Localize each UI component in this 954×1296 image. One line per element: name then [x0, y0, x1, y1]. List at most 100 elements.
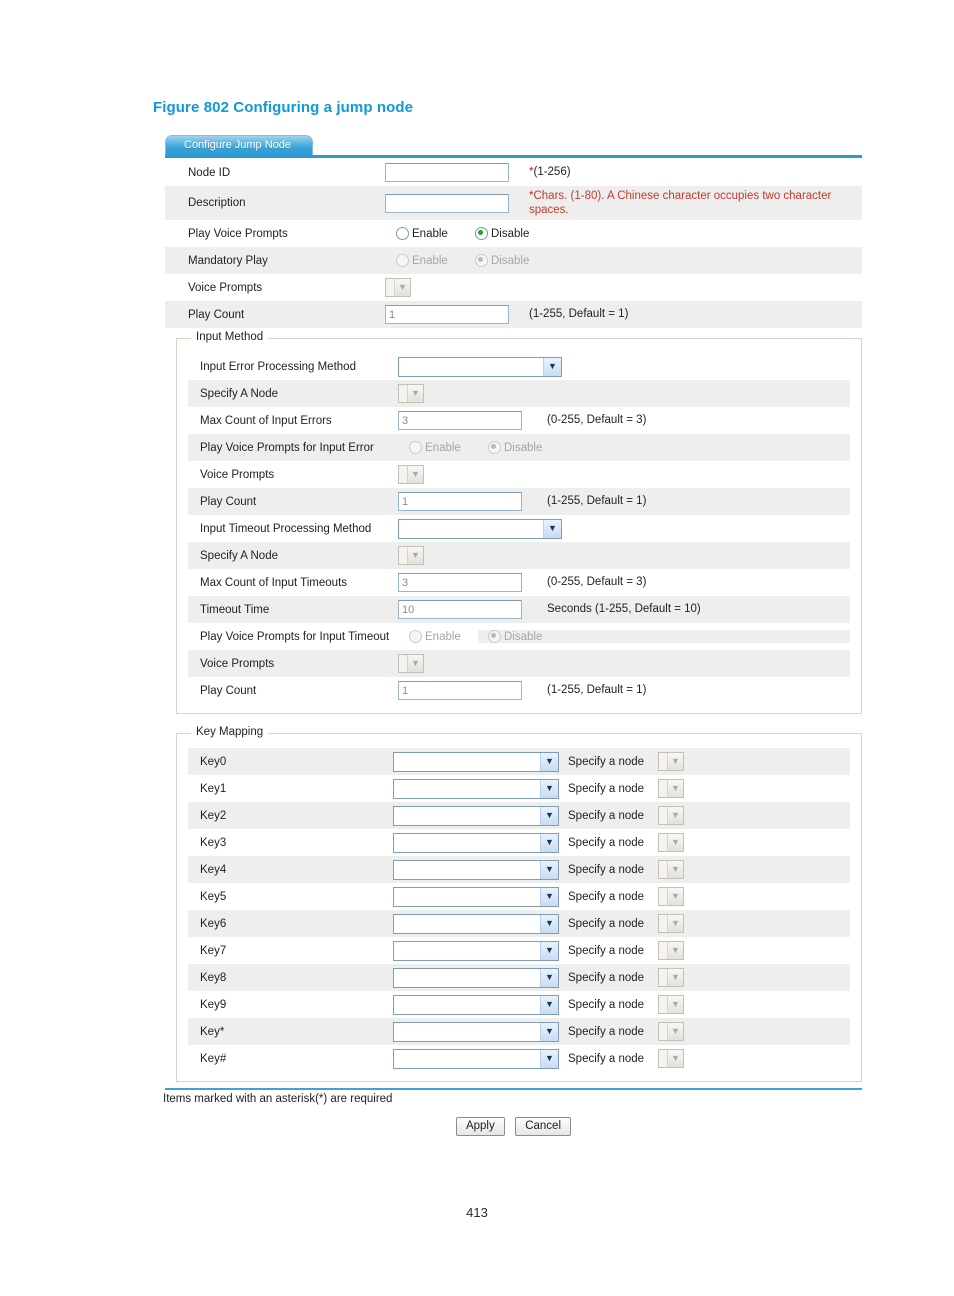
- radio-option[interactable]: Disable: [465, 254, 862, 267]
- text-input[interactable]: [398, 492, 522, 511]
- chevron-down-icon: ▼: [394, 279, 410, 296]
- key-label: Key1: [200, 782, 227, 795]
- row-hint: (1-256): [533, 166, 571, 179]
- radio-label: Disable: [504, 630, 543, 643]
- row-control: [385, 305, 525, 324]
- dropdown-small[interactable]: ▼: [658, 941, 684, 960]
- dropdown-small[interactable]: ▼: [658, 968, 684, 987]
- key-label: Key9: [200, 998, 227, 1011]
- dropdown-small[interactable]: ▼: [658, 806, 684, 825]
- key-node-cell: ▼: [658, 806, 850, 825]
- apply-button[interactable]: Apply: [455, 1117, 505, 1136]
- radio-option[interactable]: Disable: [478, 630, 850, 643]
- dropdown[interactable]: ▼: [393, 859, 559, 880]
- row-label: Play Voice Prompts for Input Timeout: [200, 630, 390, 643]
- dropdown-small[interactable]: ▼: [658, 914, 684, 933]
- dropdown-small[interactable]: ▼: [658, 860, 684, 879]
- dropdown[interactable]: ▼: [393, 832, 559, 853]
- text-input[interactable]: [385, 193, 509, 213]
- dropdown[interactable]: ▼: [393, 940, 559, 961]
- text-input[interactable]: [385, 305, 509, 324]
- radio-option[interactable]: Enable: [398, 441, 478, 454]
- dropdown[interactable]: ▼: [398, 356, 562, 377]
- text-input[interactable]: [398, 573, 522, 592]
- dropdown-small[interactable]: ▼: [658, 752, 684, 771]
- dropdown-small[interactable]: ▼: [658, 833, 684, 852]
- chevron-down-icon: ▼: [667, 861, 683, 878]
- radio-label: Enable: [412, 227, 448, 240]
- dropdown-small[interactable]: ▼: [658, 1049, 684, 1068]
- key-label: Key8: [200, 971, 227, 984]
- form-row: Specify A Node ▼: [188, 542, 850, 569]
- row-label: Play Count: [200, 495, 257, 508]
- button-bar: Apply Cancel: [165, 1116, 862, 1136]
- radio-option[interactable]: Enable: [398, 630, 478, 643]
- key-action-cell: ▼: [393, 940, 568, 961]
- form-row: Max Count of Input Timeouts (0-255, Defau…: [188, 569, 850, 596]
- row-label: Play Voice Prompts for Input Error: [200, 441, 374, 454]
- specify-node-label: Specify a node: [568, 917, 645, 930]
- radio-group: Enable Disable: [398, 441, 850, 454]
- row-control: [398, 600, 543, 619]
- key-node-cell: ▼: [658, 860, 850, 879]
- radio-option[interactable]: Enable: [385, 254, 465, 267]
- specify-node-label: Specify a node: [568, 782, 645, 795]
- radio-label: Disable: [491, 254, 530, 267]
- chevron-down-icon: ▼: [540, 779, 558, 798]
- dropdown[interactable]: ▼: [393, 751, 559, 772]
- dropdown-small[interactable]: ▼: [658, 779, 684, 798]
- radio-option[interactable]: Disable: [465, 227, 862, 240]
- table-row: Key0 ▼ Specify a node ▼: [188, 748, 850, 775]
- dropdown-small[interactable]: ▼: [398, 546, 424, 565]
- jump-node-form: Node ID *(1-256) Description *Chars. (1-80)…: [165, 159, 862, 1082]
- tab-configure-jump-node[interactable]: Configure Jump Node: [165, 135, 313, 155]
- dropdown[interactable]: ▼: [393, 805, 559, 826]
- dropdown-small[interactable]: ▼: [398, 465, 424, 484]
- dropdown[interactable]: ▼: [393, 778, 559, 799]
- radio-label: Disable: [491, 227, 530, 240]
- dropdown[interactable]: ▼: [393, 913, 559, 934]
- row-control: [398, 681, 543, 700]
- key-action-cell: ▼: [393, 1048, 568, 1069]
- text-input[interactable]: [398, 600, 522, 619]
- key-action-cell: ▼: [393, 967, 568, 988]
- dropdown-small[interactable]: ▼: [398, 384, 424, 403]
- dropdown[interactable]: ▼: [393, 967, 559, 988]
- key-action-cell: ▼: [393, 805, 568, 826]
- chevron-down-icon: ▼: [540, 941, 558, 960]
- row-hint: Seconds (1-255, Default = 10): [547, 603, 701, 616]
- row-label: Specify A Node: [200, 387, 278, 400]
- row-control: ▼: [398, 546, 543, 565]
- dropdown-small[interactable]: ▼: [658, 887, 684, 906]
- dropdown[interactable]: ▼: [393, 886, 559, 907]
- key-label: Key2: [200, 809, 227, 822]
- form-row: Specify A Node ▼: [188, 380, 850, 407]
- dropdown-small[interactable]: ▼: [658, 995, 684, 1014]
- table-row: Key2 ▼ Specify a node ▼: [188, 802, 850, 829]
- dropdown[interactable]: ▼: [393, 1021, 559, 1042]
- cancel-button[interactable]: Cancel: [515, 1117, 572, 1136]
- dropdown[interactable]: ▼: [393, 1048, 559, 1069]
- row-hint: (0-255, Default = 3): [547, 414, 647, 427]
- text-input[interactable]: [398, 681, 522, 700]
- row-control: [385, 193, 525, 213]
- row-label: Input Error Processing Method: [200, 360, 356, 373]
- dropdown[interactable]: ▼: [398, 518, 562, 539]
- chevron-down-icon: ▼: [667, 753, 683, 770]
- form-row: Mandatory Play Enable Disable: [165, 247, 862, 274]
- key-label: Key#: [200, 1052, 227, 1065]
- text-input[interactable]: [385, 163, 509, 182]
- row-label: Node ID: [188, 166, 231, 179]
- dropdown[interactable]: ▼: [393, 994, 559, 1015]
- input-method-fieldset: Input Method Input Error Processing Meth…: [176, 331, 862, 714]
- radio-option[interactable]: Enable: [385, 227, 465, 240]
- chevron-down-icon: ▼: [667, 807, 683, 824]
- radio-option[interactable]: Disable: [478, 441, 850, 454]
- dropdown-small[interactable]: ▼: [658, 1022, 684, 1041]
- dropdown-small[interactable]: ▼: [385, 278, 411, 297]
- chevron-down-icon: ▼: [540, 833, 558, 852]
- key-mapping-rows: Key0 ▼ Specify a node ▼ Key1 ▼ Specify a node ▼…: [177, 734, 861, 1081]
- dropdown-small[interactable]: ▼: [398, 654, 424, 673]
- text-input[interactable]: [398, 411, 522, 430]
- input-method-legend: Input Method: [191, 331, 269, 343]
